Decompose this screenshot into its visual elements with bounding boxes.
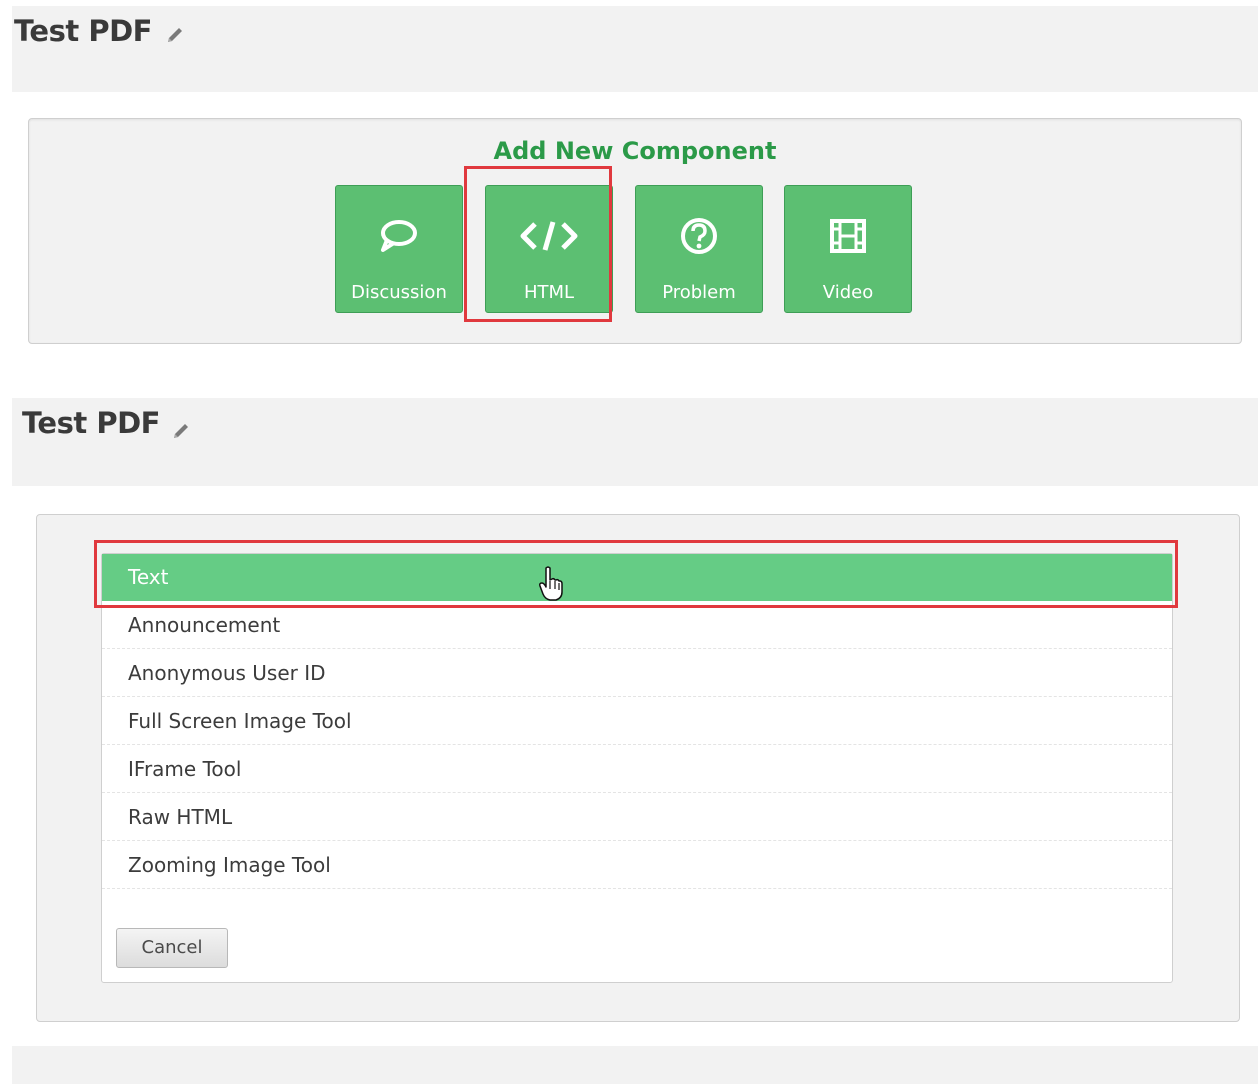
unit-title: Test PDF: [14, 14, 152, 48]
discussion-button[interactable]: Discussion: [335, 185, 463, 313]
menu-item-text[interactable]: Text: [102, 554, 1172, 601]
menu-item-anonymous-user-id[interactable]: Anonymous User ID: [102, 650, 1172, 697]
code-icon: [520, 221, 578, 251]
add-component-title: Add New Component: [493, 137, 777, 165]
add-new-component-box: Add New Component Discussion HTML Proble…: [28, 118, 1242, 344]
html-template-selector: Text Announcement Anonymous User ID Full…: [36, 514, 1240, 1022]
hand-cursor-icon: [539, 566, 563, 601]
pencil-icon[interactable]: [170, 420, 192, 442]
pencil-icon[interactable]: [164, 24, 186, 46]
question-circle-icon: [681, 218, 717, 254]
cancel-button[interactable]: Cancel: [116, 928, 228, 968]
menu-item-announcement[interactable]: Announcement: [102, 602, 1172, 649]
html-button[interactable]: HTML: [485, 185, 613, 313]
html-label: HTML: [523, 282, 575, 303]
discussion-label: Discussion: [351, 282, 447, 303]
menu-item-iframe-tool[interactable]: IFrame Tool: [102, 746, 1172, 793]
template-menu: Text Announcement Anonymous User ID Full…: [101, 553, 1173, 983]
speech-bubble-icon: [381, 220, 417, 252]
problem-label: Problem: [662, 282, 736, 303]
menu-item-raw-html[interactable]: Raw HTML: [102, 794, 1172, 841]
video-label: Video: [822, 282, 874, 303]
unit-title: Test PDF: [22, 406, 160, 440]
menu-item-full-screen-image-tool[interactable]: Full Screen Image Tool: [102, 698, 1172, 745]
menu-item-zooming-image-tool[interactable]: Zooming Image Tool: [102, 842, 1172, 889]
problem-button[interactable]: Problem: [635, 185, 763, 313]
video-button[interactable]: Video: [784, 185, 912, 313]
top-panel: Test PDF Add New Component Discussion HT…: [12, 6, 1258, 372]
bottom-panel: Test PDF Text Announcement Anonymous Use…: [12, 398, 1258, 1084]
film-icon: [830, 219, 866, 253]
